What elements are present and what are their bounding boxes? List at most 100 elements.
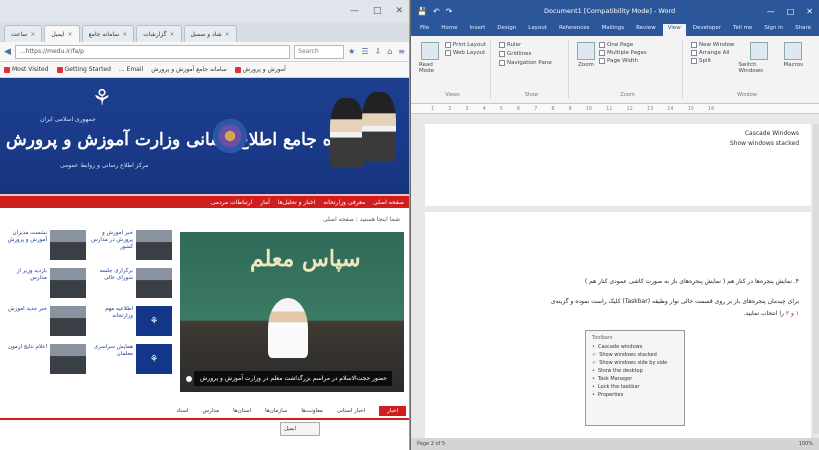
document-page[interactable]: ۴. نمایش پنجره‌ها در کنار هم ( نمایش پنج… <box>425 212 811 448</box>
browser-tab[interactable]: گزارشات × <box>136 25 182 42</box>
zoom-button[interactable]: Zoom <box>577 42 595 68</box>
menu-item[interactable]: معرفی وزارتخانه <box>323 199 365 206</box>
news-item[interactable]: اطلاعیه مهم وزارتخانه ⚘ <box>90 306 172 338</box>
close-tab-icon[interactable]: × <box>30 31 35 38</box>
category-tab[interactable]: اسناد <box>176 408 188 414</box>
category-tab[interactable]: سازمان‌ها <box>265 408 287 414</box>
document-canvas[interactable]: Cascade Windows Show windows stacked ۴. … <box>425 124 811 448</box>
news-item[interactable]: نشست مدیران آموزش و پرورش <box>4 230 86 262</box>
slider-dot-icon[interactable] <box>186 376 192 382</box>
split-button[interactable]: Split <box>691 58 734 64</box>
category-tab[interactable]: اخبار استانی <box>337 408 365 414</box>
web-layout-button[interactable]: Web Layout <box>444 50 486 56</box>
hero-slider[interactable]: سپاس معلم حضور حجت‌الاسلام در مراسم بزرگ… <box>180 232 404 392</box>
menu-icon[interactable]: ≡ <box>398 47 405 56</box>
macros-button[interactable]: Macros <box>783 42 803 74</box>
ribbon-tab-insert[interactable]: Insert <box>464 24 490 36</box>
menu-item[interactable]: آمار <box>260 199 270 206</box>
tab-label: ساعت <box>11 30 28 38</box>
close-tab-icon[interactable]: × <box>225 31 230 38</box>
vertical-scrollbar[interactable] <box>813 124 819 434</box>
web-layout-icon <box>444 50 451 56</box>
share-button[interactable]: Share <box>790 24 816 36</box>
menu-item[interactable]: ارتباطات مردمی <box>211 199 252 206</box>
hero-caption[interactable]: حضور حجت‌الاسلام در مراسم بزرگداشت معلم … <box>194 371 392 386</box>
ribbon-tab-layout[interactable]: Layout <box>523 24 552 36</box>
category-tab-active[interactable]: اخبار <box>379 406 406 416</box>
portrait-image <box>362 92 396 162</box>
close-tab-icon[interactable]: × <box>68 31 73 38</box>
multiple-pages-button[interactable]: Multiple Pages <box>599 50 647 56</box>
ribbon-tab-home[interactable]: Home <box>436 24 462 36</box>
bookmarks-icon[interactable]: ☰ <box>361 47 368 56</box>
browser-tab[interactable]: شاد و سمبل × <box>183 25 237 42</box>
news-item[interactable]: برگزاری جلسه شورای عالی <box>90 268 172 300</box>
bookmark-item[interactable]: Getting Started <box>56 66 111 73</box>
bookmark-item[interactable]: سامانه جامع آموزش و پرورش <box>151 66 227 73</box>
navigation-pane-checkbox[interactable]: Navigation Pane <box>499 60 564 66</box>
search-box[interactable]: Search <box>294 44 345 59</box>
news-item[interactable]: خبر جدید آموزش <box>4 306 86 338</box>
new-window-button[interactable]: New Window <box>691 42 734 48</box>
category-tab[interactable]: معاونت‌ها <box>301 408 322 414</box>
news-item[interactable]: اعلام نتایج آزمون <box>4 344 86 376</box>
sign-in-link[interactable]: Sign in <box>759 24 788 36</box>
ribbon-tab-developer[interactable]: Developer <box>688 24 726 36</box>
switch-windows-button[interactable]: Switch Windows <box>738 42 779 74</box>
ribbon-group-window: New Window Arrange All Split Switch Wind… <box>687 40 807 98</box>
minimize-icon[interactable]: — <box>767 7 775 16</box>
one-page-button[interactable]: One Page <box>599 42 647 48</box>
tell-me-box[interactable]: Tell me <box>728 24 757 36</box>
maximize-icon[interactable]: □ <box>373 6 382 16</box>
category-tab[interactable]: استان‌ها <box>233 408 251 414</box>
news-item[interactable]: همایش سراسری معلمان ⚘ <box>90 344 172 376</box>
close-icon[interactable]: ✕ <box>395 6 403 16</box>
page-count[interactable]: Page 2 of 5 <box>417 441 445 447</box>
ruler-checkbox[interactable]: Ruler <box>499 42 564 48</box>
document-page[interactable]: Cascade Windows Show windows stacked <box>425 124 811 206</box>
redo-icon[interactable]: ↷ <box>446 7 453 16</box>
bookmark-item[interactable]: ... Email <box>119 66 143 73</box>
minimize-icon[interactable]: — <box>350 6 359 16</box>
browser-tab[interactable]: ساعت × <box>4 25 43 42</box>
close-tab-icon[interactable]: × <box>122 31 127 38</box>
save-icon[interactable]: 💾 <box>417 7 427 16</box>
tooltip-popup[interactable]: ایمیل <box>280 422 320 436</box>
page-width-button[interactable]: Page Width <box>599 58 647 64</box>
browser-tab-active[interactable]: ایمیل × <box>44 25 80 42</box>
star-icon[interactable]: ★ <box>348 47 355 56</box>
print-layout-button[interactable]: Print Layout <box>444 42 486 48</box>
maximize-icon[interactable]: □ <box>787 7 795 16</box>
ribbon-tab-mailings[interactable]: Mailings <box>597 24 630 36</box>
multiple-pages-icon <box>599 50 605 56</box>
arrange-all-button[interactable]: Arrange All <box>691 50 734 56</box>
news-title: اطلاعیه مهم وزارتخانه <box>105 306 133 319</box>
ribbon-tab-references[interactable]: References <box>554 24 595 36</box>
ribbon-tab-review[interactable]: Review <box>631 24 661 36</box>
undo-icon[interactable]: ↶ <box>433 7 440 16</box>
browser-tab[interactable]: سامانه جامع × <box>81 25 135 42</box>
news-item[interactable]: بازدید وزیر از مدارس <box>4 268 86 300</box>
news-area: نشست مدیران آموزش و پرورش خبر آموزش و پر… <box>0 230 409 394</box>
zoom-level[interactable]: 100% <box>799 441 813 447</box>
banner-title: پایگاه جامع اطلاع رسانی وزارت آموزش و پر… <box>6 130 361 150</box>
home-icon[interactable]: ⌂ <box>387 47 392 56</box>
download-icon[interactable]: ⇩ <box>375 47 382 56</box>
back-icon[interactable]: ◀ <box>4 47 11 57</box>
ribbon-tab-view[interactable]: View <box>662 24 686 36</box>
category-tab[interactable]: مدارس <box>202 408 219 414</box>
url-bar[interactable]: ...https://medu.ir/fa/p <box>14 44 291 59</box>
ribbon-tab-file[interactable]: File <box>415 24 434 36</box>
ribbon-tab-design[interactable]: Design <box>492 24 521 36</box>
gridlines-checkbox[interactable]: Gridlines <box>499 51 564 57</box>
read-mode-button[interactable]: Read Mode <box>419 42 441 74</box>
horizontal-ruler[interactable]: 1 2 3 4 5 6 7 8 9 10 11 12 13 14 15 16 <box>411 104 819 114</box>
bookmark-item[interactable]: آموزش و پرورش <box>234 66 286 73</box>
menu-item[interactable]: صفحه اصلی <box>373 199 404 206</box>
close-tab-icon[interactable]: × <box>169 31 174 38</box>
bookmark-item[interactable]: Most Visited <box>4 66 49 73</box>
news-item[interactable]: خبر آموزش و پرورش در مدارس کشور <box>90 230 172 262</box>
close-icon[interactable]: ✕ <box>806 7 813 16</box>
menu-item[interactable]: اخبار و تحلیل‌ها <box>278 199 316 206</box>
context-menu-header: Toolbars <box>592 335 613 341</box>
